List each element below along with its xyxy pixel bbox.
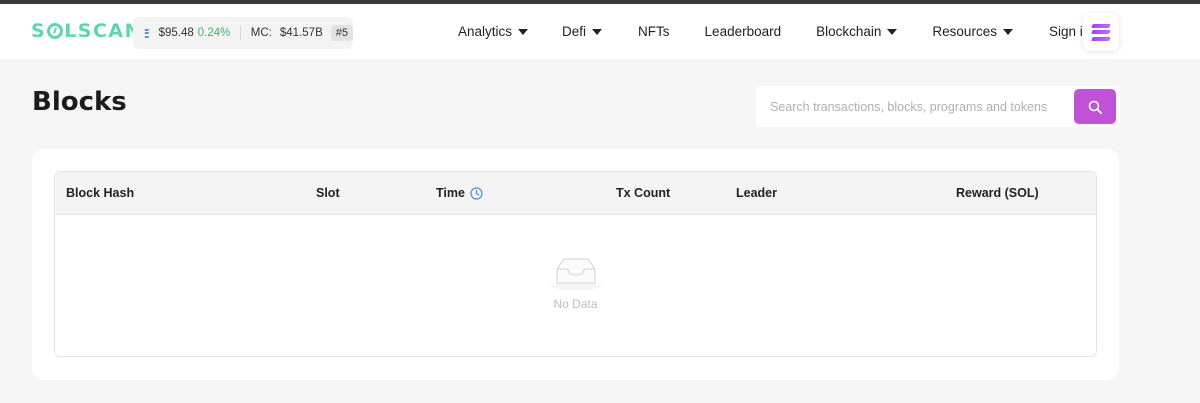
- logo-text-start: S: [31, 20, 47, 42]
- column-slot: Slot: [316, 186, 340, 200]
- nav-label: Analytics: [458, 24, 513, 39]
- column-label: Slot: [316, 186, 340, 200]
- site-header: S LSCAN $95.48 0.24% MC: $41.57B #5 Anal…: [0, 4, 1200, 59]
- empty-state: No Data: [55, 216, 1096, 356]
- logo-text-end: LSCAN: [64, 20, 143, 42]
- empty-inbox-icon: [549, 258, 602, 290]
- solana-icon: [144, 28, 149, 38]
- nav-label: Defi: [562, 24, 587, 39]
- search-bar: [756, 86, 1120, 127]
- nav-leaderboard[interactable]: Leaderboard: [705, 24, 782, 39]
- nav-defi[interactable]: Defi: [562, 24, 603, 39]
- column-label: Leader: [736, 186, 777, 200]
- column-label: Block Hash: [66, 186, 135, 200]
- table-header: Block Hash Slot Time Tx Count Leader Rew…: [55, 172, 1096, 215]
- sol-price: $95.48: [158, 27, 194, 39]
- search-button[interactable]: [1074, 89, 1116, 124]
- search-icon: [1088, 100, 1102, 114]
- blocks-card: Block Hash Slot Time Tx Count Leader Rew…: [32, 149, 1119, 380]
- solscan-logo[interactable]: S LSCAN: [31, 20, 142, 42]
- page-title: Blocks: [32, 87, 127, 117]
- column-tx-count: Tx Count: [616, 186, 670, 200]
- blocks-table: Block Hash Slot Time Tx Count Leader Rew…: [54, 171, 1097, 357]
- column-reward: Reward (SOL): [956, 186, 1039, 200]
- logo-o-icon: [47, 23, 64, 39]
- column-time: Time: [436, 186, 483, 200]
- clock-icon[interactable]: [470, 186, 483, 200]
- nav-label: Blockchain: [816, 24, 882, 39]
- nav-resources[interactable]: Resources: [932, 24, 1013, 39]
- column-leader: Leader: [736, 186, 777, 200]
- market-rank-badge: #5: [330, 25, 353, 41]
- market-cap-label: MC:: [250, 27, 272, 39]
- nav-analytics[interactable]: Analytics: [458, 24, 529, 39]
- caret-down-icon: [887, 28, 898, 35]
- caret-down-icon: [592, 28, 603, 35]
- sol-price-widget: $95.48 0.24% MC: $41.57B #5: [133, 17, 353, 49]
- nav-label: Leaderboard: [704, 24, 782, 39]
- column-label: Reward (SOL): [956, 186, 1039, 200]
- column-label: Time: [436, 186, 465, 200]
- market-cap-value: $41.57B: [279, 27, 323, 39]
- nav-nfts[interactable]: NFTs: [638, 24, 670, 39]
- caret-down-icon: [1002, 28, 1013, 35]
- main-nav: Analytics Defi NFTs Leaderboard Blockcha…: [458, 4, 1090, 59]
- search-input[interactable]: [756, 99, 1066, 114]
- nav-label: Resources: [932, 24, 997, 39]
- solana-menu-icon[interactable]: [1083, 13, 1119, 51]
- column-block-hash: Block Hash: [66, 186, 134, 200]
- sol-price-change: 0.24%: [197, 27, 231, 39]
- nav-label: NFTs: [638, 24, 670, 39]
- empty-state-text: No Data: [553, 297, 598, 311]
- nav-blockchain[interactable]: Blockchain: [816, 24, 898, 39]
- column-label: Tx Count: [616, 186, 671, 200]
- caret-down-icon: [518, 28, 529, 35]
